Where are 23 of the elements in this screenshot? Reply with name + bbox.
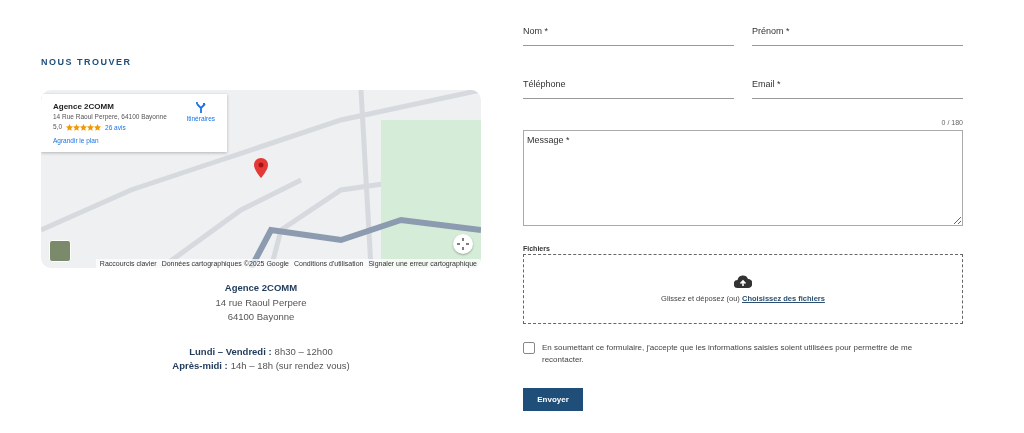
- crosshair-icon: [457, 238, 469, 250]
- map-pin-icon: [254, 158, 268, 178]
- place-name: Agence 2COMM: [53, 102, 115, 111]
- submit-button[interactable]: Envoyer: [523, 388, 583, 411]
- hours-days: Après-midi :: [172, 359, 228, 374]
- hours-time: 8h30 – 12h00: [274, 344, 333, 359]
- consent-text: En soumettant ce formulaire, j'accepte que les informations saisies soient utilisées pour permettre de me recontacter.: [542, 342, 914, 366]
- address-line: 14 rue Raoul Perpere: [215, 295, 307, 310]
- section-heading: NOUS TROUVER: [41, 57, 133, 67]
- cloud-upload-icon: [734, 275, 752, 288]
- input-field[interactable]: Email *: [752, 78, 963, 99]
- input-field[interactable]: Téléphone: [523, 78, 734, 99]
- hours-days: Lundi – Vendredi :: [189, 344, 272, 359]
- input-field[interactable]: Nom *: [523, 25, 734, 46]
- company-name: Agence 2COMM: [224, 281, 298, 295]
- address-line: 64100 Bayonne: [227, 310, 295, 324]
- satellite-thumbnail[interactable]: [49, 240, 71, 262]
- map[interactable]: [41, 90, 481, 268]
- input-field[interactable]: Prénom *: [752, 25, 963, 46]
- consent-checkbox[interactable]: [523, 342, 535, 354]
- directions-icon: [195, 102, 206, 113]
- hours-time: 14h – 18h (sur rendez vous): [230, 359, 350, 373]
- message-field[interactable]: Message *: [523, 130, 963, 226]
